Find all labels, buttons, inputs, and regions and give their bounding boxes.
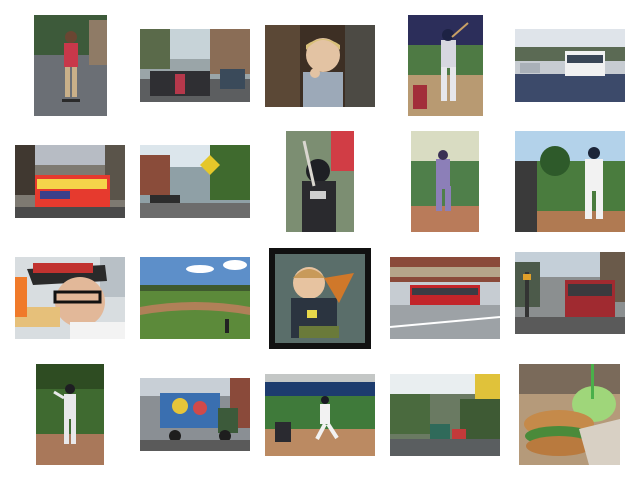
photo-red-trolley <box>515 252 625 334</box>
photo-child-eating-pizza <box>269 248 371 349</box>
image-grid <box>0 0 640 480</box>
photo-baseball-field <box>140 257 250 339</box>
photo-crossing-sign-street <box>140 145 250 218</box>
photo-batter-at-plate <box>515 131 625 232</box>
photo-batter-running <box>265 374 375 456</box>
photo-sandwich-green-drink <box>519 364 620 465</box>
photo-man-eating-hotdog <box>15 257 125 339</box>
photo-skateboarder <box>34 15 107 116</box>
photo-painted-truck <box>140 378 250 451</box>
photo-colorful-trolley <box>15 145 125 218</box>
photo-pitcher-throwing <box>411 131 479 232</box>
photo-city-bus <box>515 29 625 102</box>
photo-batter-swinging <box>408 15 483 116</box>
photo-pitcher-on-mound <box>36 364 104 465</box>
photo-street-crowd <box>140 29 250 102</box>
photo-street-vehicles-trees <box>390 374 500 456</box>
photo-young-batter <box>286 131 354 232</box>
photo-toddler-eating <box>265 25 375 107</box>
photo-red-bus <box>390 257 500 339</box>
